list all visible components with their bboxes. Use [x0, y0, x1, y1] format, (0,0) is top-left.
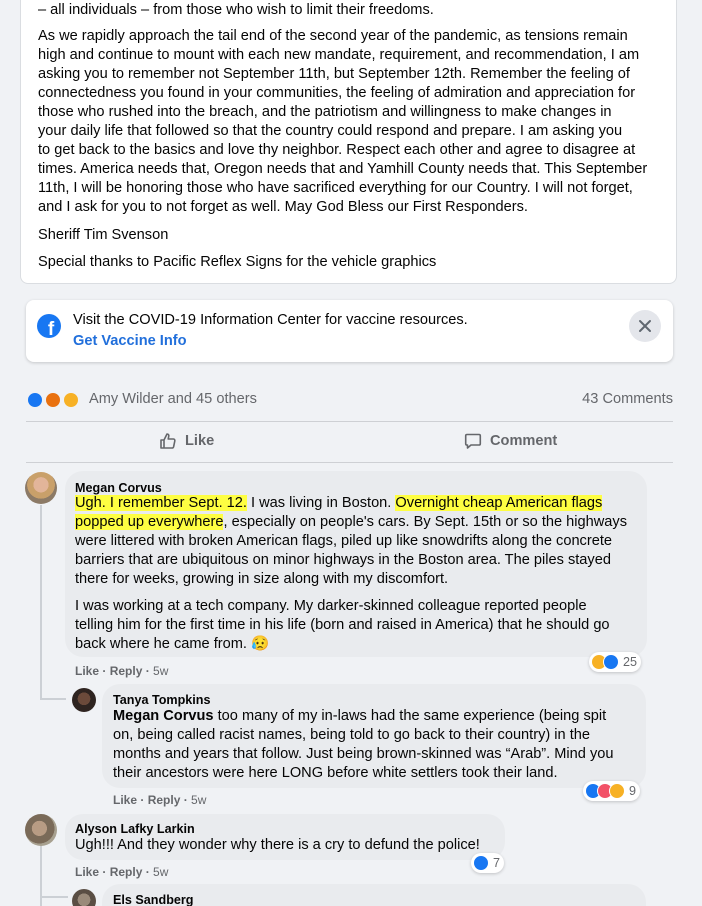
- avatar[interactable]: [72, 688, 96, 712]
- avatar[interactable]: [25, 814, 57, 846]
- comment-reply-link[interactable]: Reply: [110, 865, 143, 879]
- thread-line: [40, 505, 42, 700]
- comment-like-link[interactable]: Like: [75, 664, 99, 678]
- get-vaccine-info-link[interactable]: Get Vaccine Info: [73, 333, 187, 349]
- post-line: As we rapidly approach the tail end of t…: [38, 28, 628, 44]
- comment-meta: Like · Reply · 5w: [75, 664, 169, 678]
- comment-author[interactable]: Megan Corvus: [75, 481, 162, 495]
- post-line: those who rushed into the breach, and th…: [38, 104, 612, 120]
- reactions-summary: Amy Wilder and 45 others 43 Comments: [26, 389, 673, 411]
- sad-reaction-icon: [62, 391, 80, 409]
- like-reaction-icon: [26, 391, 44, 409]
- highlighted-text: popped up everywhere: [75, 514, 224, 530]
- like-button[interactable]: Like: [159, 422, 214, 460]
- reaction-count: 9: [629, 784, 637, 798]
- highlighted-text: Ugh. I remember Sept. 12.: [75, 495, 247, 511]
- like-label: Like: [185, 433, 215, 449]
- like-reaction-icon: [603, 654, 619, 670]
- comment-label: Comment: [490, 433, 558, 449]
- comment-text: Ugh!!! And they wonder why there is a cr…: [75, 837, 480, 853]
- comment-text: I was working at a tech company. My dark…: [75, 597, 640, 654]
- avatar[interactable]: [72, 889, 96, 906]
- comment-line: were littered with broken American flags…: [75, 533, 613, 549]
- comment-like-link[interactable]: Like: [113, 793, 137, 807]
- comment-time[interactable]: 5w: [191, 793, 206, 807]
- comments-count[interactable]: 43 Comments: [582, 391, 673, 407]
- comment-line: I was working at a tech company. My dark…: [75, 598, 587, 614]
- post-line: asking you to remember not September 11t…: [38, 66, 630, 82]
- text-span: too many of my in-laws had the same expe…: [213, 708, 607, 724]
- comment-meta: Like · Reply · 5w: [75, 865, 169, 879]
- comment-icon: [464, 433, 482, 449]
- post-line: your daily life that followed so that th…: [38, 123, 623, 139]
- divider: [26, 462, 673, 463]
- comment-line: months and years that follow. Just being…: [113, 746, 614, 762]
- comment-line: there for weeks, growing in size along w…: [75, 571, 449, 587]
- post-signature: Sheriff Tim Svenson: [38, 227, 169, 243]
- comment-time[interactable]: 5w: [153, 664, 168, 678]
- reaction-names[interactable]: Amy Wilder and 45 others: [89, 391, 257, 407]
- close-icon: [639, 320, 651, 332]
- comment-reactions[interactable]: 7: [471, 853, 505, 873]
- comment-line: telling him for the first time in his li…: [75, 617, 610, 633]
- comment-text: Ugh. I remember Sept. 12. I was living i…: [75, 494, 640, 589]
- post-line: 11th, I will be honoring those who have …: [38, 180, 633, 196]
- comment-line: back where he came from. 😥: [75, 636, 270, 652]
- reaction-icons[interactable]: [26, 391, 84, 409]
- comment-line: their ancestors were here LONG before wh…: [113, 765, 558, 781]
- post-text-line: – all individuals – from those who wish …: [38, 2, 434, 18]
- text-span: , especially on people's cars. By Sept. …: [223, 514, 628, 530]
- mention-link[interactable]: Megan Corvus: [113, 708, 214, 724]
- comment-meta: Like · Reply · 5w: [113, 793, 207, 807]
- thread-line: [40, 896, 68, 898]
- reaction-count: 7: [493, 856, 501, 870]
- close-button[interactable]: [629, 310, 661, 342]
- reaction-count: 25: [623, 655, 638, 669]
- covid-info-card: f Visit the COVID-19 Information Center …: [26, 300, 673, 362]
- action-bar: Like Comment: [26, 422, 673, 460]
- comment-author[interactable]: Els Sandberg: [113, 893, 193, 906]
- comment-text: Megan Corvus too many of my in-laws had …: [113, 707, 643, 783]
- comment-line: on, being called racist names, being tol…: [113, 727, 591, 743]
- comment-time[interactable]: 5w: [153, 865, 168, 879]
- text-span: I was living in Boston.: [246, 495, 396, 511]
- avatar[interactable]: [25, 472, 57, 504]
- comment-author[interactable]: Tanya Tompkins: [113, 693, 211, 707]
- comment-author[interactable]: Alyson Lafky Larkin: [75, 822, 195, 836]
- comment-reactions[interactable]: 25: [589, 652, 642, 672]
- like-reaction-icon: [473, 855, 489, 871]
- post-paragraph: As we rapidly approach the tail end of t…: [38, 27, 663, 217]
- thread-line: [40, 698, 66, 700]
- comment-reply-link[interactable]: Reply: [110, 664, 143, 678]
- comment-reply-link[interactable]: Reply: [148, 793, 181, 807]
- comment-like-link[interactable]: Like: [75, 865, 99, 879]
- post-card: – all individuals – from those who wish …: [20, 0, 677, 284]
- post-line: connectedness you found in your communit…: [38, 85, 636, 101]
- post-line: and I ask for you to not forget as well.…: [38, 199, 528, 215]
- thumbs-up-icon: [160, 433, 176, 449]
- comment-reactions[interactable]: 9: [583, 781, 641, 801]
- post-line: times. America needs that, Oregon needs …: [38, 161, 648, 177]
- post-line: to get back to the basics and love thy n…: [38, 142, 636, 158]
- comment-line: barriers that are ubiquitous on minor hi…: [75, 552, 611, 568]
- highlighted-text: Overnight cheap American flags: [395, 495, 603, 511]
- post-thanks: Special thanks to Pacific Reflex Signs f…: [38, 254, 437, 270]
- covid-info-text: Visit the COVID-19 Information Center fo…: [73, 312, 468, 328]
- post-line: high and continue to mount with each new…: [38, 47, 640, 63]
- angry-reaction-icon: [44, 391, 62, 409]
- sad-reaction-icon: [609, 783, 625, 799]
- facebook-logo-icon: f: [37, 314, 61, 338]
- comment-button[interactable]: Comment: [464, 422, 557, 460]
